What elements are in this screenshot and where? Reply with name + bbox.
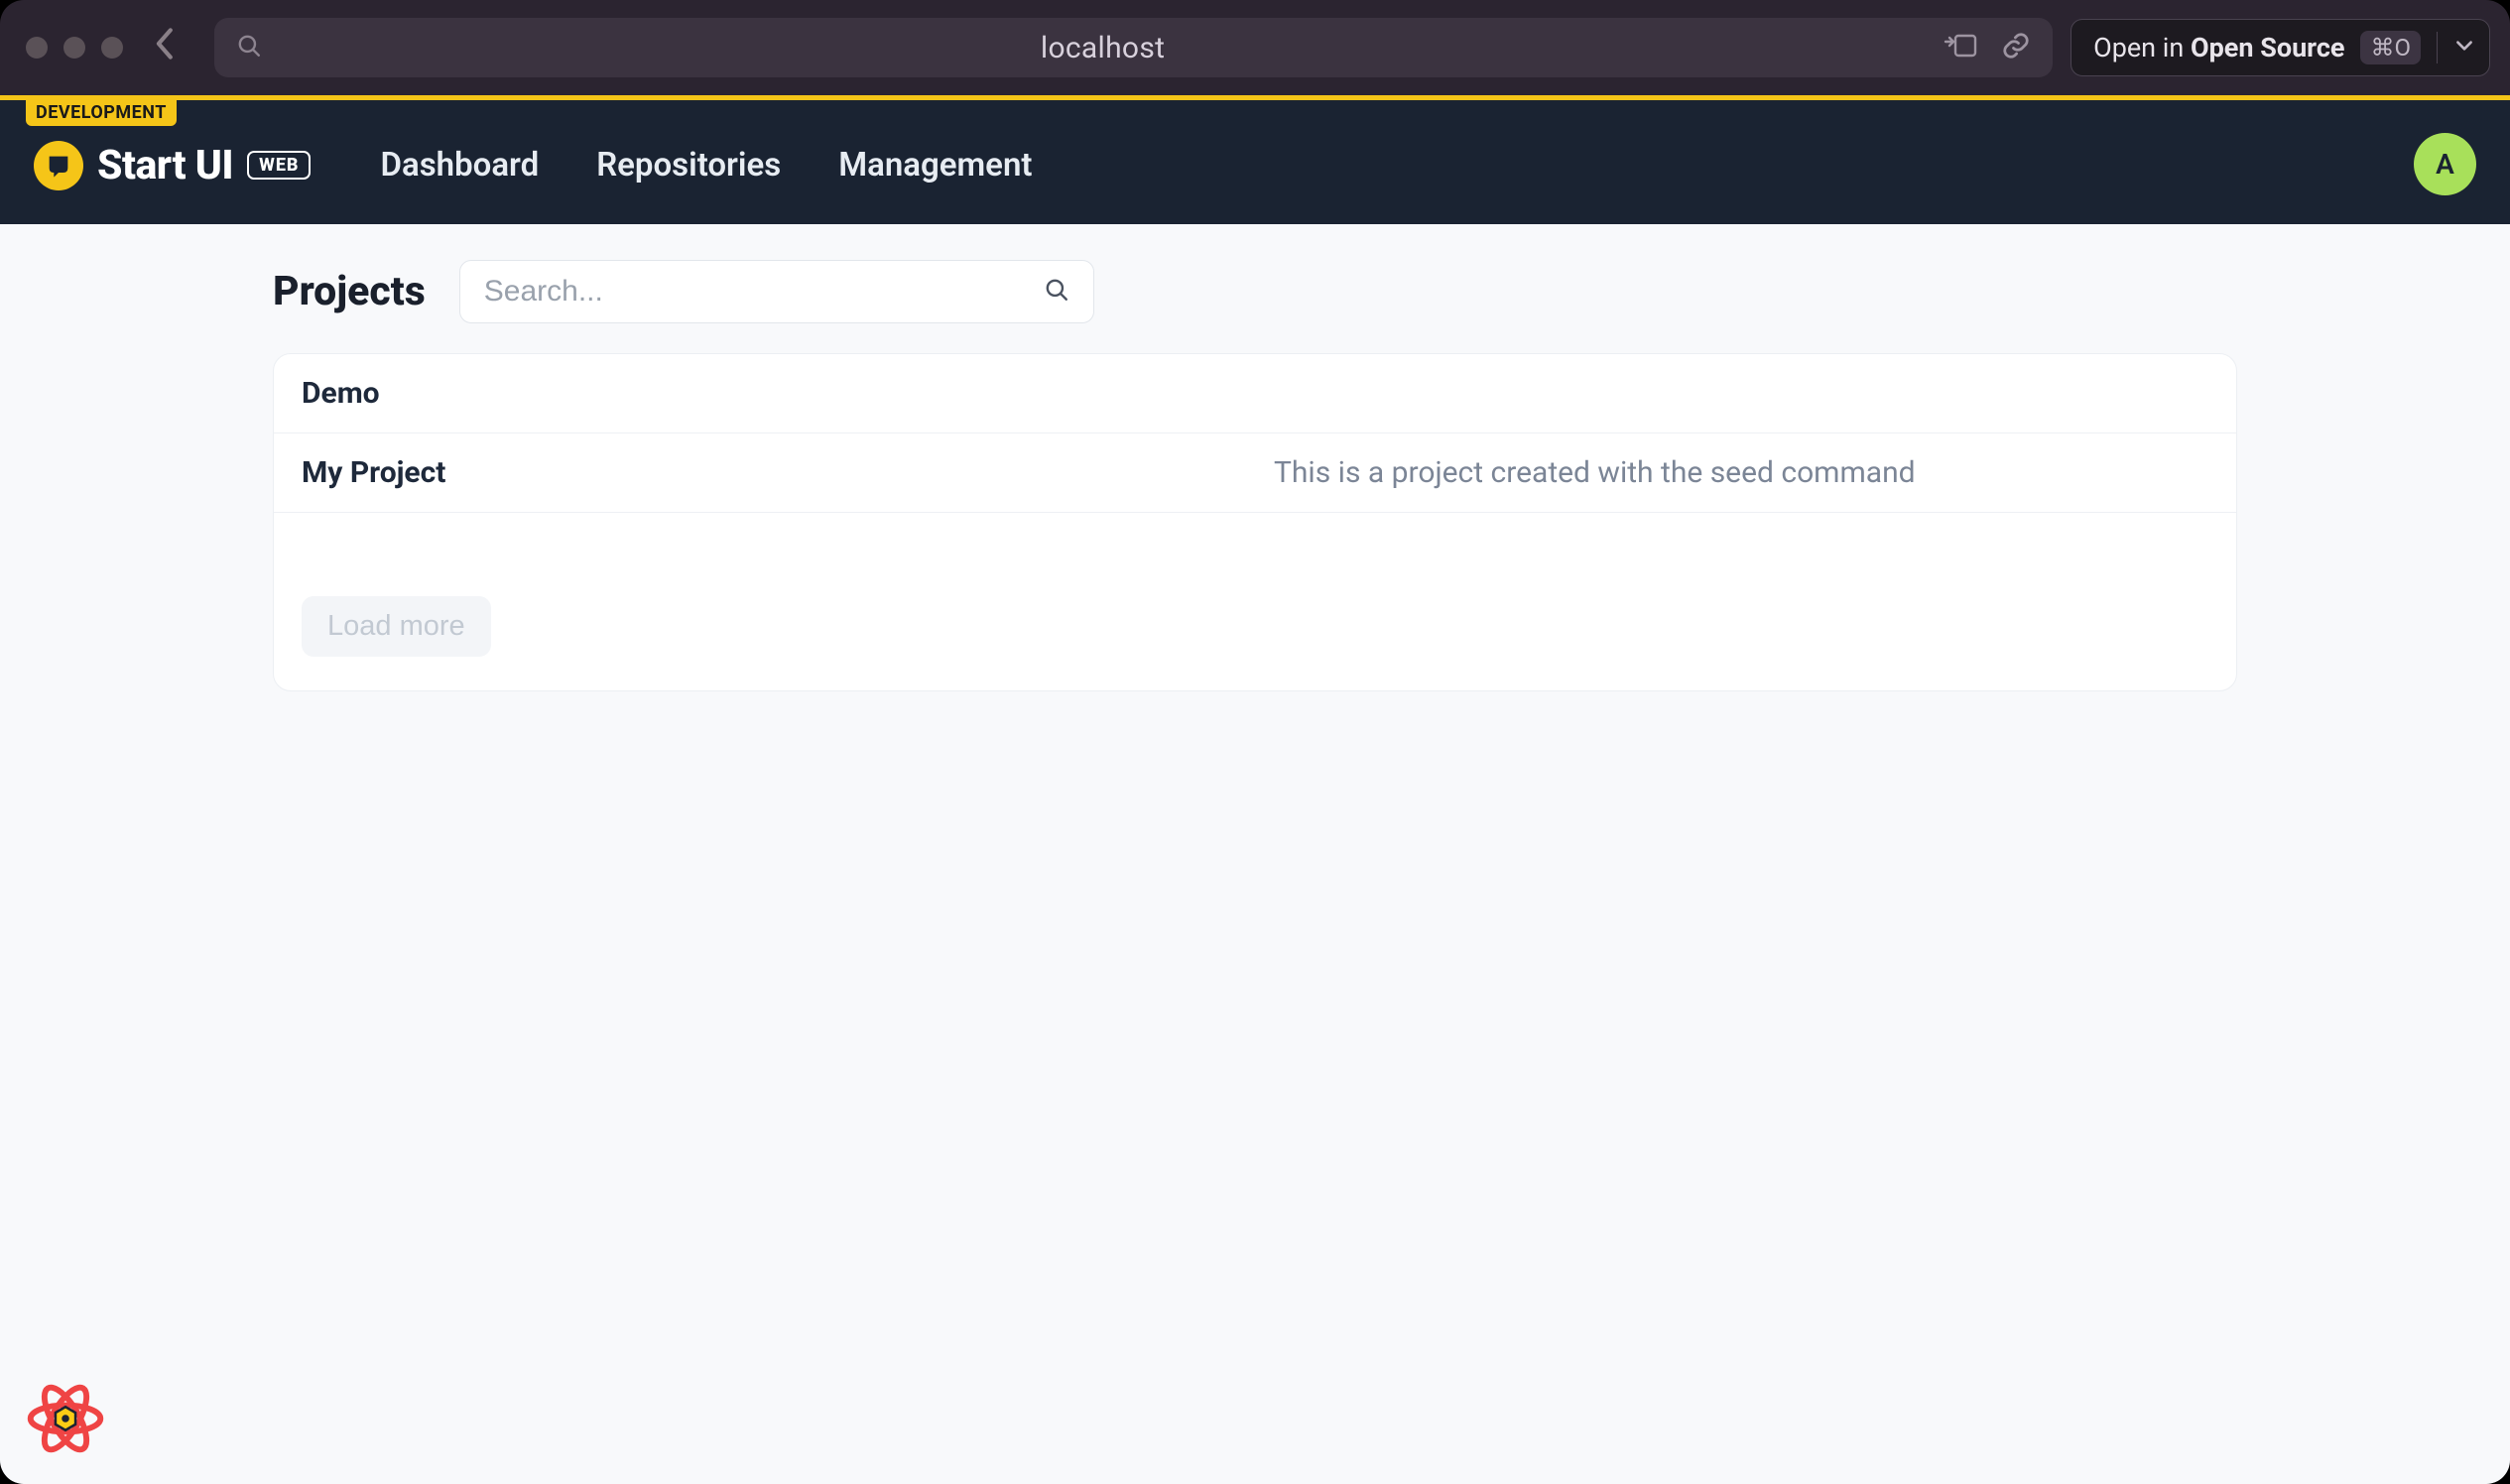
back-button[interactable] xyxy=(141,27,187,69)
browser-bar: localhost Open in Open Source ⌘O xyxy=(0,0,2510,95)
maximize-window-icon[interactable] xyxy=(101,37,123,59)
project-description: This is a project created with the seed … xyxy=(1274,455,1916,490)
address-bar[interactable]: localhost xyxy=(214,18,2053,77)
search-icon xyxy=(236,33,262,62)
nav-management[interactable]: Management xyxy=(838,146,1032,185)
nav-repositories[interactable]: Repositories xyxy=(596,146,781,185)
search-icon[interactable] xyxy=(1044,277,1069,307)
keyboard-shortcut: ⌘O xyxy=(2360,31,2421,64)
separator xyxy=(2437,32,2438,63)
search-input[interactable] xyxy=(484,275,1044,309)
project-name: My Project xyxy=(302,455,1274,490)
nav-dashboard[interactable]: Dashboard xyxy=(380,146,539,185)
logo[interactable]: Start UI WEB xyxy=(34,141,311,190)
resize-window-icon[interactable] xyxy=(1944,32,1977,63)
list-item[interactable]: My Project This is a project created wit… xyxy=(274,433,2236,513)
open-in-label: Open in Open Source xyxy=(2093,32,2344,63)
close-window-icon[interactable] xyxy=(26,37,48,59)
load-more-button[interactable]: Load more xyxy=(302,596,491,657)
page-title: Projects xyxy=(273,268,426,315)
traffic-lights xyxy=(26,37,123,59)
chevron-down-icon[interactable] xyxy=(2453,32,2475,63)
dev-badge: DEVELOPMENT xyxy=(26,99,177,126)
address-text: localhost xyxy=(282,31,1924,65)
react-query-devtools-icon[interactable] xyxy=(24,1377,107,1460)
list-item[interactable]: Demo xyxy=(274,354,2236,433)
logo-text: Start UI xyxy=(97,142,233,189)
load-more-region: Load more xyxy=(274,513,2236,690)
logo-mark-icon xyxy=(34,141,83,190)
primary-nav: Dashboard Repositories Management xyxy=(380,146,1032,185)
minimize-window-icon[interactable] xyxy=(63,37,85,59)
projects-card: Demo My Project This is a project create… xyxy=(273,353,2237,691)
avatar-initial: A xyxy=(2436,148,2454,181)
logo-web-tag: WEB xyxy=(247,151,311,180)
window-frame: localhost Open in Open Source ⌘O DEVE xyxy=(0,0,2510,1484)
page-body: Projects Demo My Project This is a proje… xyxy=(0,224,2510,1484)
link-icon[interactable] xyxy=(2001,31,2031,64)
search-box[interactable] xyxy=(459,260,1094,323)
avatar[interactable]: A xyxy=(2414,133,2476,195)
app-header: DEVELOPMENT Start UI WEB Dashboard Repos… xyxy=(0,100,2510,224)
page-heading-row: Projects xyxy=(273,260,2237,323)
open-in-open-source-button[interactable]: Open in Open Source ⌘O xyxy=(2071,19,2490,76)
project-name: Demo xyxy=(302,376,1274,411)
